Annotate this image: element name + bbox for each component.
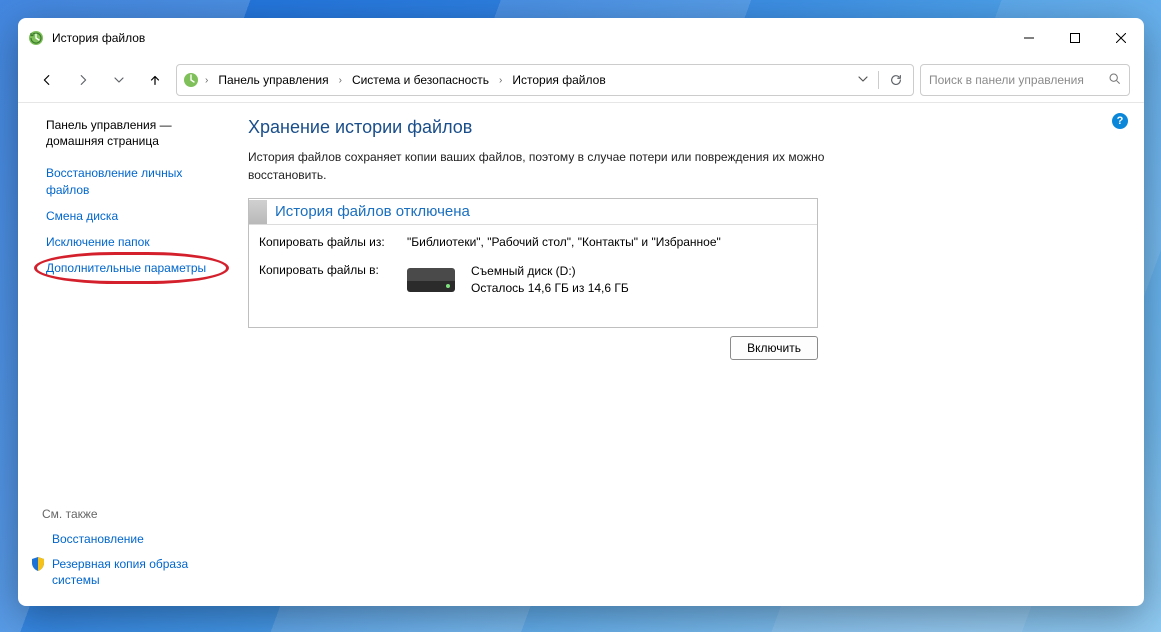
back-button[interactable] — [32, 65, 62, 95]
sidebar-link-exclude-folders[interactable]: Исключение папок — [46, 234, 216, 250]
sidebar-link-restore[interactable]: Восстановление личных файлов — [46, 165, 216, 197]
navigation-bar: › Панель управления › Система и безопасн… — [18, 58, 1144, 102]
app-icon — [28, 30, 44, 46]
see-also-item: Резервная копия образа системы — [30, 556, 216, 588]
chevron-right-icon[interactable]: › — [337, 75, 344, 86]
window-title: История файлов — [52, 31, 145, 45]
up-button[interactable] — [140, 65, 170, 95]
close-button[interactable] — [1098, 18, 1144, 58]
breadcrumb[interactable]: › Панель управления › Система и безопасн… — [176, 64, 914, 96]
see-also-recovery-link[interactable]: Восстановление — [52, 531, 144, 547]
see-also-system-image-link[interactable]: Резервная копия образа системы — [52, 556, 216, 588]
copy-from-value: "Библиотеки", "Рабочий стол", "Контакты"… — [407, 235, 807, 249]
maximize-button[interactable] — [1052, 18, 1098, 58]
sidebar: Панель управления — домашняя страница Во… — [18, 103, 228, 606]
drive-icon — [407, 268, 455, 292]
shield-icon — [30, 556, 46, 572]
see-also-item: Восстановление — [30, 531, 216, 547]
sidebar-link-select-drive[interactable]: Смена диска — [46, 208, 216, 224]
breadcrumb-item-2[interactable]: История файлов — [508, 69, 609, 91]
search-box[interactable] — [920, 64, 1130, 96]
recent-locations-button[interactable] — [104, 65, 134, 95]
destination-free-space: Осталось 14,6 ГБ из 14,6 ГБ — [471, 280, 629, 297]
control-panel-window: История файлов — [18, 18, 1144, 606]
chevron-right-icon[interactable]: › — [203, 75, 210, 86]
page-description: История файлов сохраняет копии ваших фай… — [248, 148, 888, 184]
page-title: Хранение истории файлов — [248, 117, 1124, 138]
main-content: ? Хранение истории файлов История файлов… — [228, 103, 1144, 606]
copy-to-label: Копировать файлы в: — [259, 263, 407, 297]
destination-drive-name: Съемный диск (D:) — [471, 263, 629, 280]
minimize-button[interactable] — [1006, 18, 1052, 58]
chevron-right-icon[interactable]: › — [497, 75, 504, 86]
breadcrumb-item-1[interactable]: Система и безопасность — [348, 69, 493, 91]
titlebar: История файлов — [18, 18, 1144, 58]
breadcrumb-item-0[interactable]: Панель управления — [214, 69, 332, 91]
control-panel-home-link[interactable]: Панель управления — домашняя страница — [46, 117, 216, 149]
search-input[interactable] — [929, 73, 1100, 87]
refresh-button[interactable] — [885, 69, 907, 91]
help-button[interactable]: ? — [1112, 113, 1128, 129]
forward-button[interactable] — [68, 65, 98, 95]
see-also-heading: См. также — [42, 507, 216, 521]
search-icon — [1108, 72, 1121, 88]
breadcrumb-icon — [183, 72, 199, 88]
status-heading: История файлов отключена — [267, 199, 478, 224]
status-icon — [249, 200, 267, 224]
chevron-down-icon[interactable] — [854, 73, 872, 87]
status-panel: История файлов отключена Копировать файл… — [248, 198, 818, 328]
copy-from-label: Копировать файлы из: — [259, 235, 407, 249]
sidebar-link-advanced-settings[interactable]: Дополнительные параметры — [46, 260, 216, 276]
turn-on-button[interactable]: Включить — [730, 336, 818, 360]
